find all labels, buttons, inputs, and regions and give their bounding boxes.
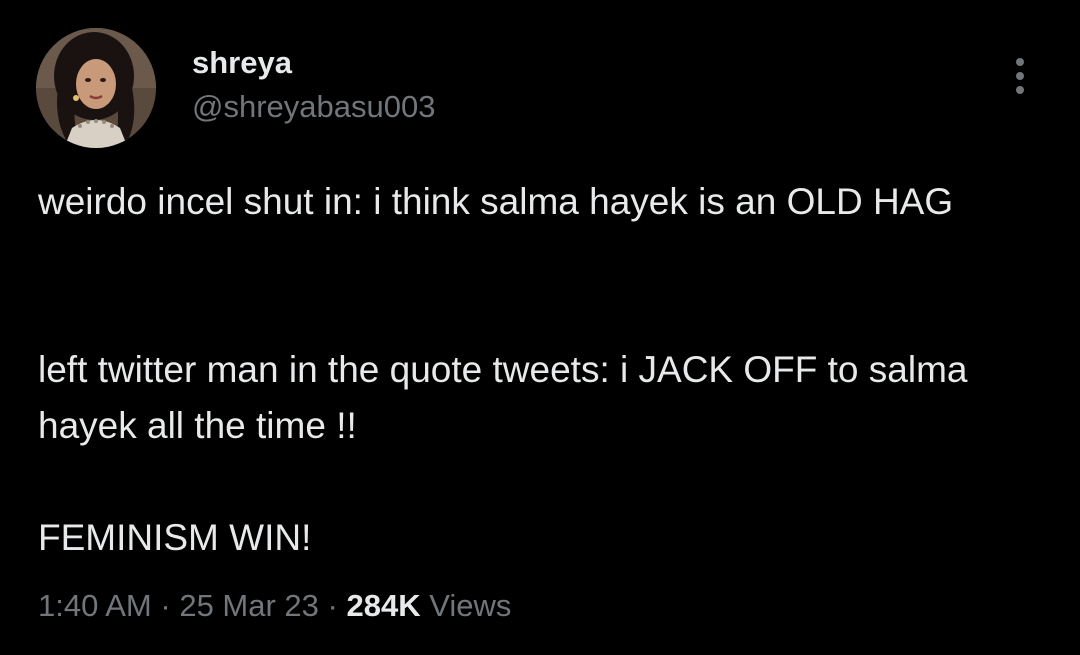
tweet-paragraph: weirdo incel shut in: i think salma haye…	[38, 181, 954, 222]
tweet-time[interactable]: 1:40 AM	[38, 588, 152, 623]
meta-separator: ·	[327, 588, 338, 623]
tweet-date[interactable]: 25 Mar 23	[179, 588, 319, 623]
views-label: Views	[429, 588, 512, 623]
more-vertical-icon	[1016, 58, 1024, 66]
user-handle[interactable]: @shreyabasu003	[192, 88, 435, 126]
tweet-meta: 1:40 AM · 25 Mar 23 · 284K Views	[38, 584, 511, 628]
tweet-paragraph: left twitter man in the quote tweets: i …	[38, 349, 968, 446]
tweet-paragraph: FEMINISM WIN!	[38, 517, 312, 558]
tweet: shreya @shreyabasu003 weirdo incel shut …	[0, 0, 1080, 655]
display-name[interactable]: shreya	[192, 44, 292, 82]
more-vertical-icon-dot	[1016, 72, 1024, 80]
avatar-image	[36, 28, 156, 148]
views-count[interactable]: 284K	[346, 588, 420, 623]
more-vertical-icon-dot	[1016, 86, 1024, 94]
meta-separator: ·	[160, 588, 171, 623]
avatar[interactable]	[36, 28, 156, 148]
more-options-button[interactable]	[1004, 54, 1036, 98]
